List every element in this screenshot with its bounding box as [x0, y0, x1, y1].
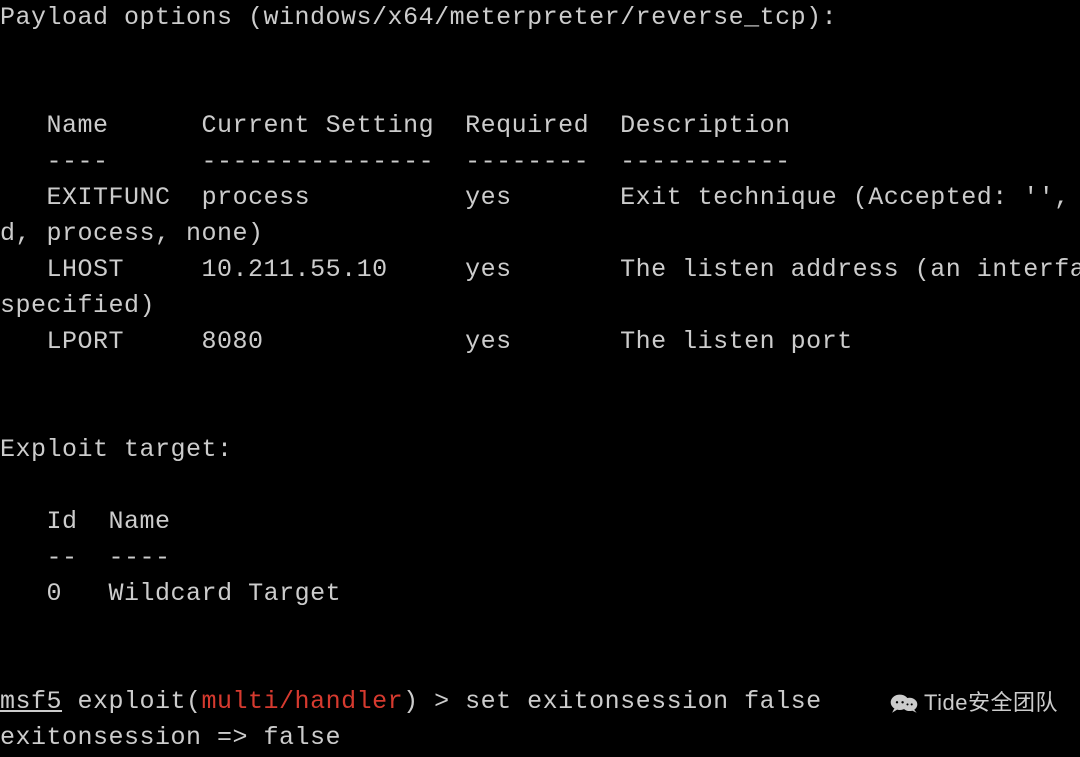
col-description: Description — [620, 111, 791, 140]
col-id: Id — [47, 507, 78, 536]
opt-name: LHOST — [47, 255, 125, 284]
watermark-text: Tide安全团队 — [924, 685, 1058, 721]
opt-required: yes — [465, 255, 512, 284]
prompt-context-suffix: ) > — [403, 687, 465, 716]
col-ul: -------- — [465, 147, 589, 176]
opt-current: process — [202, 183, 311, 212]
opt-current: 10.211.55.10 — [202, 255, 388, 284]
col-ul: -- — [47, 543, 78, 572]
prompt-framework: msf5 — [0, 687, 62, 716]
opt-name: LPORT — [47, 327, 125, 356]
prompt-context-prefix: exploit( — [62, 687, 202, 716]
command-1: set exitonsession false — [465, 687, 822, 716]
opt-required: yes — [465, 183, 512, 212]
col-ul: --------------- — [202, 147, 435, 176]
col-name: Name — [109, 507, 171, 536]
opt-wrap: specified) — [0, 291, 155, 320]
watermark: Tide安全团队 — [890, 685, 1058, 721]
col-required: Required — [465, 111, 589, 140]
response-1: exitonsession => false — [0, 723, 341, 752]
opt-description: The listen port — [620, 327, 853, 356]
payload-header: Payload options (windows/x64/meterpreter… — [0, 3, 837, 32]
col-ul: ----------- — [620, 147, 791, 176]
opt-description: Exit technique (Accepted: '', seh, — [620, 183, 1080, 212]
target-name: Wildcard Target — [109, 579, 342, 608]
terminal-output[interactable]: Payload options (windows/x64/meterpreter… — [0, 0, 1080, 757]
col-current: Current Setting — [202, 111, 435, 140]
prompt-module: multi/handler — [202, 687, 404, 716]
col-ul: ---- — [109, 543, 171, 572]
opt-required: yes — [465, 327, 512, 356]
col-ul: ---- — [47, 147, 109, 176]
opt-wrap: d, process, none) — [0, 219, 264, 248]
col-name: Name — [47, 111, 109, 140]
chat-icon — [890, 691, 918, 715]
exploit-target-header: Exploit target: — [0, 435, 233, 464]
opt-name: EXITFUNC — [47, 183, 171, 212]
opt-description: The listen address (an interface m — [620, 255, 1080, 284]
opt-current: 8080 — [202, 327, 264, 356]
target-id: 0 — [47, 579, 63, 608]
